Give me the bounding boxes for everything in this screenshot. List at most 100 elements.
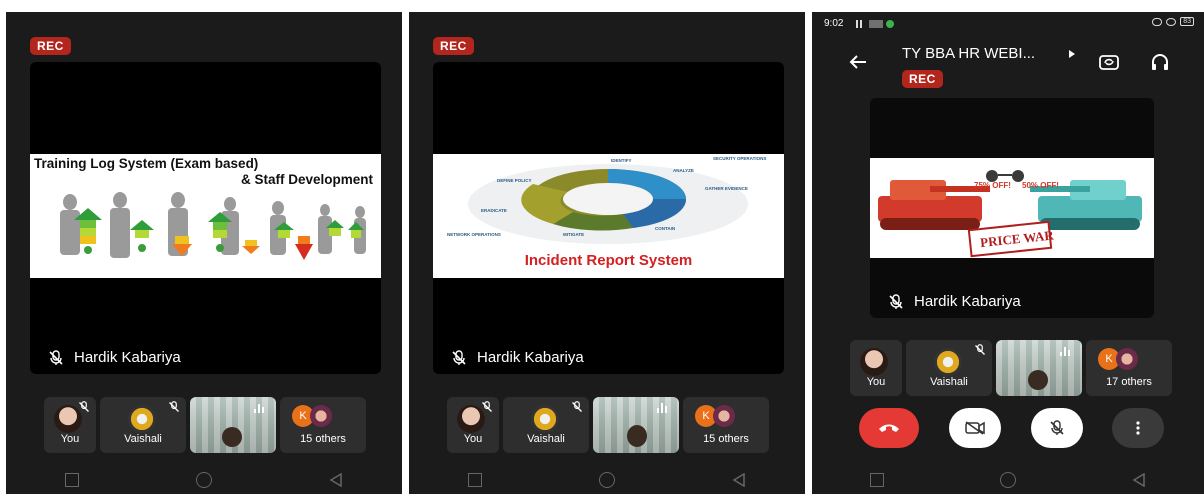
mic-off-icon <box>169 401 179 412</box>
wifi-icon <box>1152 17 1163 26</box>
audio-level-icon <box>1060 346 1072 356</box>
participant-name: Vaishali <box>124 433 162 445</box>
participant-tile-vaishali[interactable]: Vaishali <box>503 397 589 453</box>
slide-caption: Incident Report System <box>524 252 693 269</box>
chevron-right-icon[interactable] <box>1068 50 1076 58</box>
avatar <box>310 405 332 427</box>
participant-tile-others[interactable]: K 15 others <box>280 397 366 453</box>
recents-icon[interactable] <box>64 473 79 487</box>
more-options-button[interactable] <box>1112 408 1164 448</box>
speaker-label: Hardik Kabariya <box>451 349 584 366</box>
end-call-button[interactable] <box>859 408 919 448</box>
mic-toggle-button[interactable] <box>1031 408 1083 448</box>
mic-off-icon <box>79 401 89 412</box>
price-tag: 75% OFF! <box>974 181 1011 190</box>
android-nav-bar <box>409 466 805 494</box>
audio-level-icon <box>254 403 266 413</box>
participant-camera-tile[interactable] <box>593 397 679 453</box>
mic-off-icon <box>975 344 985 355</box>
wheel-label: GATHER EVIDENCE <box>705 186 748 191</box>
meeting-title[interactable]: TY BBA HR WEBI... <box>902 45 1035 62</box>
participant-name: 15 others <box>703 433 749 445</box>
participant-name: Vaishali <box>930 376 968 388</box>
wheel-label: ANALYZE <box>673 168 694 173</box>
mic-off-icon <box>482 401 492 412</box>
participant-tile-others[interactable]: K 15 others <box>683 397 769 453</box>
speaker-label: Hardik Kabariya <box>48 349 181 366</box>
audio-output-icon[interactable] <box>1150 53 1170 71</box>
audio-level-icon <box>657 403 669 413</box>
participant-name: You <box>463 433 483 445</box>
recents-icon[interactable] <box>870 473 884 487</box>
avatar <box>531 405 559 433</box>
hang-up-icon <box>879 424 899 432</box>
screen-1: REC Training Log System (Exam based) & S… <box>6 12 402 494</box>
recording-badge: REC <box>433 37 474 55</box>
speaker-name: Hardik Kabariya <box>914 293 1021 310</box>
avatar <box>1116 348 1138 370</box>
price-tag: 50% OFF! <box>1022 181 1059 190</box>
switch-camera-icon[interactable] <box>1098 53 1120 71</box>
back-icon[interactable] <box>329 473 343 487</box>
recording-badge: REC <box>30 37 71 55</box>
camera-toggle-button[interactable] <box>949 408 1001 448</box>
wheel-label: CONTAIN <box>655 226 675 231</box>
avatar <box>713 405 735 427</box>
speaker-name: Hardik Kabariya <box>74 349 181 366</box>
presentation-tile[interactable]: Training Log System (Exam based) & Staff… <box>30 62 381 374</box>
status-right: 83 <box>1152 17 1194 26</box>
battery-indicator: 83 <box>1180 17 1194 26</box>
slide-content: Training Log System (Exam based) & Staff… <box>30 154 381 278</box>
screen-2: REC IDENTIFY SECURITY OPERATIONS ANALYZE… <box>409 12 805 494</box>
price-war-illustration: 75% OFF! 50% OFF! PRICE WAR <box>878 170 1142 258</box>
avatar <box>128 405 156 433</box>
participant-name: You <box>60 433 80 445</box>
wheel-label: DEFINE POLICY <box>497 178 532 183</box>
status-icons <box>856 20 916 28</box>
headset-status-icon <box>1166 17 1177 26</box>
participant-name: 17 others <box>1106 376 1152 388</box>
mic-off-icon <box>49 349 63 365</box>
speaker-name: Hardik Kabariya <box>477 349 584 366</box>
participant-tile-vaishali[interactable]: Vaishali <box>100 397 186 453</box>
camera-off-icon <box>965 421 985 435</box>
incident-cycle-diagram: IDENTIFY SECURITY OPERATIONS ANALYZE GAT… <box>447 156 766 244</box>
slide-title-line-1: Training Log System (Exam based) <box>34 156 259 171</box>
mic-off-icon <box>572 401 582 412</box>
slide-title-line-2: & Staff Development <box>240 172 373 187</box>
participant-tile-vaishali[interactable]: Vaishali <box>906 340 992 396</box>
avatar <box>934 348 962 376</box>
participant-tile-you[interactable]: You <box>44 397 96 453</box>
participant-tile-you[interactable]: You <box>850 340 902 396</box>
back-icon[interactable] <box>1132 473 1146 487</box>
wheel-label: NETWORK OPERATIONS <box>447 232 501 237</box>
android-nav-bar <box>812 466 1204 494</box>
participant-tile-you[interactable]: You <box>447 397 499 453</box>
presentation-tile[interactable]: 75% OFF! 50% OFF! PRICE WAR Hardik Kabar… <box>870 98 1154 318</box>
participant-name: Vaishali <box>527 433 565 445</box>
wheel-label: IDENTIFY <box>611 158 632 163</box>
presentation-tile[interactable]: IDENTIFY SECURITY OPERATIONS ANALYZE GAT… <box>433 62 784 374</box>
participant-name: 15 others <box>300 433 346 445</box>
participant-camera-tile[interactable] <box>190 397 276 453</box>
home-icon[interactable] <box>598 472 615 488</box>
participant-camera-tile[interactable] <box>996 340 1082 396</box>
home-icon[interactable] <box>1000 472 1016 488</box>
mic-off-icon <box>1050 420 1064 435</box>
person-head <box>1028 370 1048 390</box>
slide-content: 75% OFF! 50% OFF! PRICE WAR <box>870 158 1154 258</box>
slide-content: IDENTIFY SECURITY OPERATIONS ANALYZE GAT… <box>433 154 784 278</box>
recents-icon[interactable] <box>467 473 482 487</box>
avatar <box>860 348 888 376</box>
back-arrow-icon[interactable] <box>848 54 868 70</box>
staff-illustration <box>60 192 366 260</box>
participant-tile-others[interactable]: K 17 others <box>1086 340 1172 396</box>
android-nav-bar <box>6 466 402 494</box>
more-vert-icon <box>1136 421 1140 435</box>
mic-off-icon <box>889 293 903 309</box>
wheel-label: MITIGATE <box>563 232 584 237</box>
person-head <box>222 427 242 447</box>
participant-name: You <box>866 376 886 388</box>
home-icon[interactable] <box>195 472 212 488</box>
back-icon[interactable] <box>732 473 746 487</box>
